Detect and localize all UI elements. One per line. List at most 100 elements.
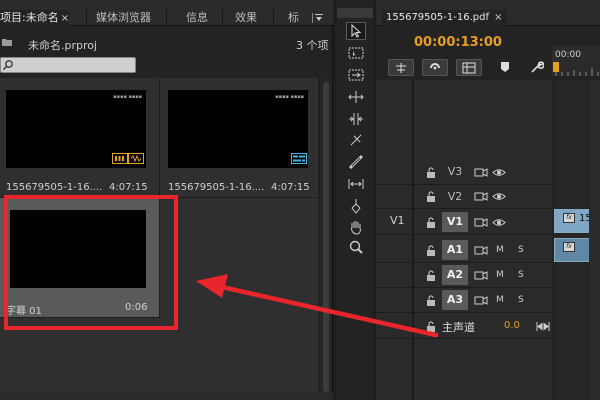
bin-scrollbar-thumb[interactable] xyxy=(323,82,329,392)
clip-duration: 4:07:15 xyxy=(271,182,310,193)
master-track-label: 主声道 xyxy=(442,321,475,334)
solo-button[interactable]: S xyxy=(518,295,524,305)
film-icon[interactable] xyxy=(474,270,488,281)
clip-name: 155679505-1-16.... xyxy=(168,182,265,193)
selection-tool[interactable] xyxy=(346,22,366,40)
eye-icon[interactable] xyxy=(492,217,506,228)
lock-icon[interactable] xyxy=(426,321,436,332)
slip-tool[interactable] xyxy=(346,153,366,171)
tab-markers[interactable]: 标 xyxy=(288,10,299,26)
tab-media-browser[interactable]: 媒体浏览器 xyxy=(96,10,151,26)
eye-icon[interactable] xyxy=(492,167,506,178)
source-track-label[interactable]: V1 xyxy=(390,214,405,227)
lock-icon[interactable] xyxy=(426,245,436,256)
track-row-a2: A2 M S xyxy=(376,263,552,288)
lock-icon[interactable] xyxy=(426,295,436,306)
tab-sequence[interactable]: 155679505-1-16.pdf × xyxy=(382,10,507,26)
search-input[interactable] xyxy=(15,58,133,72)
timeline-tab-bar: 155679505-1-16.pdf × xyxy=(376,0,600,26)
mute-button[interactable]: M xyxy=(496,295,504,305)
folder-icon xyxy=(2,39,12,46)
playhead-timecode[interactable]: 00:00:13:00 xyxy=(414,35,502,50)
track-label[interactable]: V3 xyxy=(442,162,468,182)
snap-button[interactable] xyxy=(388,59,414,76)
track-label-targeted[interactable]: A2 xyxy=(442,265,468,285)
wrench-icon[interactable] xyxy=(530,60,544,74)
arrow-icon xyxy=(351,23,362,38)
clip-duration: 4:07:15 xyxy=(109,182,148,193)
audio-video-icon xyxy=(112,153,144,164)
time-ruler[interactable]: 00:00 xyxy=(552,46,600,76)
track-label[interactable]: V2 xyxy=(442,187,468,207)
clip-thumbnail: ▪▪▪▪ ▪▪▪▪ xyxy=(168,90,308,168)
lock-icon[interactable] xyxy=(426,217,436,228)
tab-close-icon[interactable]: × xyxy=(61,13,69,24)
search-field[interactable] xyxy=(0,57,136,73)
marker-icon[interactable] xyxy=(498,60,512,74)
tools-panel-header xyxy=(337,8,373,18)
track-row-v3: V3 xyxy=(376,160,552,185)
timeline-panel: 155679505-1-16.pdf × 00:00:13:00 00:00 V… xyxy=(376,0,600,400)
clip-name: 字幕 01 xyxy=(6,306,42,317)
track-label-targeted[interactable]: V1 xyxy=(442,212,468,232)
master-volume-value[interactable]: 0.0 xyxy=(504,320,520,331)
hand-tool[interactable] xyxy=(346,218,366,236)
ruler-ticks xyxy=(555,68,599,76)
clip-thumbnail: ▪▪▪▪ ▪▪▪▪ xyxy=(6,90,146,168)
lock-icon[interactable] xyxy=(426,167,436,178)
slide-icon xyxy=(348,179,364,189)
tab-separator xyxy=(222,10,223,26)
film-icon[interactable] xyxy=(474,167,488,178)
razor-tool[interactable] xyxy=(346,131,366,149)
fx-icon: fx xyxy=(563,213,575,223)
tab-effects[interactable]: 效果 xyxy=(235,10,257,26)
panel-menu-icon[interactable] xyxy=(312,12,324,24)
rolling-edit-tool[interactable] xyxy=(346,88,366,106)
zoom-tool[interactable] xyxy=(346,239,366,257)
hand-icon xyxy=(351,221,361,235)
solo-button[interactable]: S xyxy=(518,245,524,255)
project-clip-item-selected[interactable]: 字幕 01 0:06 xyxy=(0,198,160,318)
mute-button[interactable]: M xyxy=(496,245,504,255)
solo-button[interactable]: S xyxy=(518,270,524,280)
search-icon xyxy=(3,60,13,70)
magnet-icon xyxy=(430,62,440,69)
playhead[interactable] xyxy=(553,62,559,72)
linked-selection-button[interactable] xyxy=(422,59,448,76)
project-clip-item[interactable]: ▪▪▪▪ ▪▪▪▪ 155679505-1-16.... 4:07:15 xyxy=(0,78,160,198)
track-select-tool[interactable] xyxy=(346,44,366,62)
thumbnail-badge: ▪▪▪▪ ▪▪▪▪ xyxy=(113,94,142,100)
film-icon[interactable] xyxy=(474,191,488,202)
thumbnail-badge: ▪▪▪▪ ▪▪▪▪ xyxy=(275,94,304,100)
clip-duration: 0:06 xyxy=(125,302,148,313)
lock-icon[interactable] xyxy=(426,270,436,281)
tab-close-icon[interactable]: × xyxy=(494,12,502,23)
ripple-edit-tool[interactable] xyxy=(346,66,366,84)
track-row-v2: V2 xyxy=(376,185,552,209)
slide-tool[interactable] xyxy=(346,175,366,193)
bin-scrollbar[interactable] xyxy=(320,78,332,396)
tab-project[interactable]: 项目:未命名 × xyxy=(0,10,70,26)
rate-stretch-tool[interactable] xyxy=(346,110,366,128)
lock-icon[interactable] xyxy=(426,191,436,202)
film-icon[interactable] xyxy=(474,295,488,306)
add-marker-button[interactable] xyxy=(456,59,482,76)
track-label-targeted[interactable]: A1 xyxy=(442,240,468,260)
mute-button[interactable]: M xyxy=(496,270,504,280)
film-icon[interactable] xyxy=(474,245,488,256)
track-select-icon xyxy=(348,47,364,59)
tab-info[interactable]: 信息 xyxy=(186,10,208,26)
pen-tool[interactable] xyxy=(346,197,366,215)
sequence-icon xyxy=(291,153,307,164)
project-clip-item[interactable]: ▪▪▪▪ ▪▪▪▪ 155679505-1-16.... 4:07:15 xyxy=(160,78,320,198)
track-row-master: 主声道 0.0 xyxy=(376,313,552,339)
tools-panel xyxy=(337,0,373,400)
skip-to-edges-icon[interactable] xyxy=(536,321,550,332)
tab-project-label: 项目:未命名 xyxy=(0,11,59,24)
eye-icon[interactable] xyxy=(492,191,506,202)
film-icon[interactable] xyxy=(474,217,488,228)
tab-separator xyxy=(273,10,274,26)
track-label-targeted[interactable]: A3 xyxy=(442,290,468,310)
slip-icon xyxy=(348,154,364,170)
timeline-scrollbar[interactable] xyxy=(589,80,600,400)
